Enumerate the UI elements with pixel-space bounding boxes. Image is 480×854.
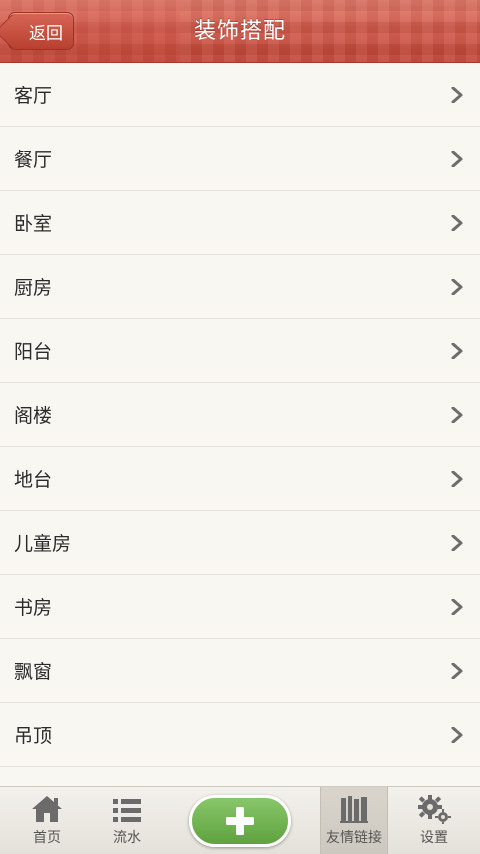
chevron-right-icon: [451, 151, 463, 167]
tab-settings-label: 设置: [420, 830, 448, 846]
list-item-bedroom[interactable]: 卧室: [0, 191, 480, 255]
chevron-right-icon: [451, 599, 463, 615]
list-item-living-room[interactable]: 客厅: [0, 63, 480, 127]
list-item-partial[interactable]: [0, 767, 480, 786]
list-item-label: 厨房: [14, 277, 53, 299]
chevron-right-icon: [451, 343, 463, 359]
list-item-platform[interactable]: 地台: [0, 447, 480, 511]
list-item-bay-window[interactable]: 飘窗: [0, 639, 480, 703]
books-icon: [340, 796, 368, 823]
chevron-right-icon: [451, 727, 463, 743]
list-item-label: 阁楼: [14, 405, 53, 427]
list-item-study[interactable]: 书房: [0, 575, 480, 639]
chevron-right-icon: [451, 535, 463, 551]
tab-friend-links[interactable]: 友情链接: [320, 787, 388, 854]
list-item-label: 卧室: [14, 213, 53, 235]
list-item-kitchen[interactable]: 厨房: [0, 255, 480, 319]
tab-feed-label: 流水: [113, 830, 141, 846]
tab-feed[interactable]: 流水: [88, 787, 166, 854]
list-item-label: 书房: [14, 597, 53, 619]
tab-settings[interactable]: 设置: [396, 787, 472, 854]
list-item-label: 地台: [14, 469, 53, 491]
chevron-right-icon: [451, 87, 463, 103]
chevron-right-icon: [451, 663, 463, 679]
list-item-kids-room[interactable]: 儿童房: [0, 511, 480, 575]
top-bar: 返回 装饰搭配: [0, 0, 480, 63]
home-icon: [32, 796, 62, 822]
list-item-label: 阳台: [14, 341, 53, 363]
chevron-right-icon: [451, 407, 463, 423]
tab-home-label: 首页: [33, 830, 61, 846]
list-item-balcony[interactable]: 阳台: [0, 319, 480, 383]
bottom-tab-bar: 首页 流水 友情链接 设置: [0, 786, 480, 854]
list-item-ceiling[interactable]: 吊顶: [0, 703, 480, 767]
back-button-label: 返回: [29, 23, 63, 44]
plus-icon: [226, 807, 254, 835]
gear-icon: [418, 795, 451, 824]
list-item-dining-room[interactable]: 餐厅: [0, 127, 480, 191]
chevron-right-icon: [451, 215, 463, 231]
list-icon: [113, 799, 141, 822]
tab-home[interactable]: 首页: [8, 787, 86, 854]
category-list: 客厅 餐厅 卧室 厨房 阳台 阁楼 地台 儿童房 书房 飘窗 吊顶: [0, 63, 480, 786]
list-item-label: 儿童房: [14, 533, 72, 555]
page-title: 装饰搭配: [193, 19, 286, 44]
list-item-label: 餐厅: [14, 149, 53, 171]
app-screen: 返回 装饰搭配 客厅 餐厅 卧室 厨房 阳台 阁楼 地台 儿童房 书房 飘窗 吊…: [0, 0, 480, 854]
chevron-right-icon: [451, 279, 463, 295]
list-item-label: 吊顶: [14, 725, 53, 747]
tab-friend-links-label: 友情链接: [326, 830, 382, 846]
list-item-label: 飘窗: [14, 661, 53, 683]
add-button[interactable]: [189, 795, 291, 847]
chevron-right-icon: [451, 471, 463, 487]
list-item-attic[interactable]: 阁楼: [0, 383, 480, 447]
list-item-label: 客厅: [14, 85, 53, 107]
